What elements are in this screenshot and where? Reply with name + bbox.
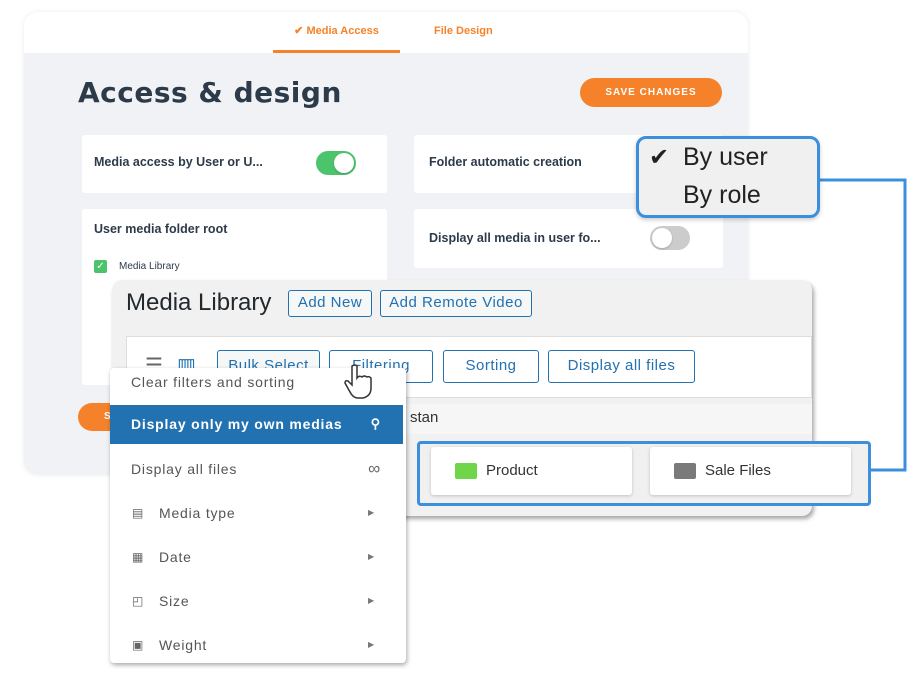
tab-label: Media Access xyxy=(306,25,379,37)
sorting-button[interactable]: Sorting xyxy=(443,350,539,383)
chevron-right-icon: ▶ xyxy=(368,640,375,649)
folder-name: Product xyxy=(486,462,538,479)
tab-file-design[interactable]: File Design xyxy=(434,12,493,53)
hand-cursor-icon xyxy=(344,364,372,399)
option-label: Media Library xyxy=(119,261,180,272)
resize-icon: ◰ xyxy=(132,594,145,608)
chevron-right-icon: ▶ xyxy=(368,596,375,605)
folder-name: Sale Files xyxy=(705,462,771,479)
menu-item-date[interactable]: ▦ Date ▶ xyxy=(110,538,403,576)
calendar-icon: ▦ xyxy=(132,550,145,564)
add-new-button[interactable]: Add New xyxy=(288,290,372,317)
user-icon: ⚲ xyxy=(370,416,381,431)
setting-label: Folder automatic creation xyxy=(429,155,582,169)
option-by-role[interactable]: By role xyxy=(683,181,761,210)
display-all-toggle[interactable] xyxy=(650,226,690,250)
tab-media-access[interactable]: ✔ Media Access xyxy=(273,12,400,53)
check-icon: ✔ xyxy=(649,144,670,171)
filter-menu: Clear filters and sorting Display only m… xyxy=(110,368,406,663)
infinity-icon: ∞ xyxy=(368,459,381,478)
media-library-title: Media Library xyxy=(126,289,272,316)
connector-line xyxy=(818,178,907,472)
display-all-files-button[interactable]: Display all files xyxy=(548,350,695,383)
option-by-user[interactable]: By user xyxy=(683,143,768,172)
row-text: stan xyxy=(410,409,439,426)
setting-label: Display all media in user fo... xyxy=(429,231,601,245)
menu-item-weight[interactable]: ▣ Weight ▶ xyxy=(110,626,403,664)
menu-item-display-all[interactable]: Display all files ∞ xyxy=(110,450,403,488)
setting-label: User media folder root xyxy=(94,222,228,236)
tab-bar: ✔ Media Access File Design xyxy=(24,12,748,53)
menu-item-own-medias[interactable]: Display only my own medias ⚲ xyxy=(110,405,403,444)
folder-product[interactable]: Product xyxy=(431,447,632,495)
checkbox-checked[interactable]: ✓ xyxy=(94,260,107,273)
check-icon: ✔ xyxy=(294,25,307,37)
setting-label: Media access by User or U... xyxy=(94,155,263,169)
weight-icon: ▣ xyxy=(132,638,145,652)
folder-sale-files[interactable]: Sale Files xyxy=(650,447,851,495)
save-changes-button[interactable]: SAVE CHANGES xyxy=(580,78,722,107)
menu-item-media-type[interactable]: ▤ Media type ▶ xyxy=(110,494,403,532)
media-access-toggle[interactable] xyxy=(316,151,356,175)
menu-item-size[interactable]: ◰ Size ▶ xyxy=(110,582,403,620)
role-dropdown[interactable]: ✔ By user By role xyxy=(636,136,820,218)
folder-icon xyxy=(455,463,477,479)
folders-highlight: Product Sale Files xyxy=(417,441,871,506)
document-icon: ▤ xyxy=(132,506,145,520)
chevron-right-icon: ▶ xyxy=(368,552,375,561)
folder-icon xyxy=(674,463,696,479)
chevron-right-icon: ▶ xyxy=(368,508,375,517)
page-title: Access & design xyxy=(78,76,342,109)
add-remote-video-button[interactable]: Add Remote Video xyxy=(380,290,532,317)
media-access-setting: Media access by User or U... xyxy=(82,135,387,193)
